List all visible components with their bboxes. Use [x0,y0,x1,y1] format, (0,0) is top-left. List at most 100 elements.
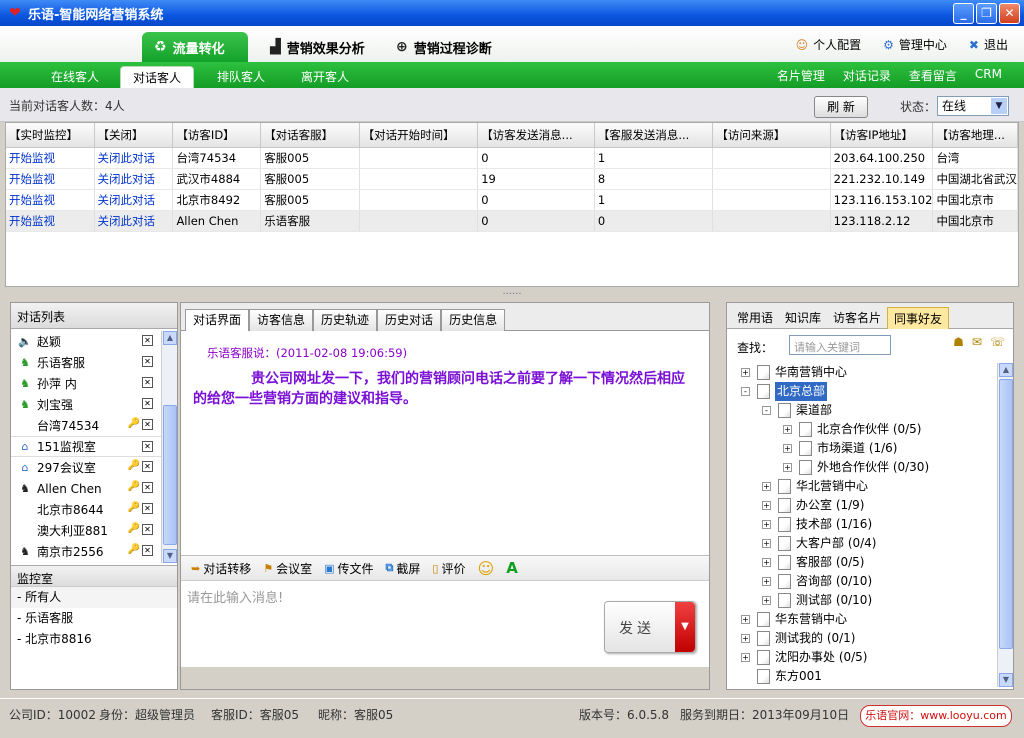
close-chat-icon[interactable]: ✕ [142,545,153,556]
start-monitor-link[interactable]: 开始监视 [6,189,95,211]
chat-tab[interactable]: 历史轨迹 [313,309,378,331]
tree-node[interactable]: + 技术部 (1/16) [727,515,997,534]
column-header[interactable]: 【对话开始时间】 [359,123,479,148]
refresh-button[interactable]: 刷 新 [814,96,868,118]
restore-icon[interactable]: ❐ [976,3,997,24]
close-chat-icon[interactable]: ✕ [142,441,153,452]
right-tab[interactable]: 同事好友 [887,307,950,329]
expand-icon[interactable]: + [762,577,771,586]
key-icon[interactable]: 🔑 [128,523,140,534]
expand-icon[interactable]: + [783,425,792,434]
tab-marketing-analysis[interactable]: ▟ 营销效果分析 [270,32,365,62]
tab-left-guests[interactable]: 离开客人 [290,66,360,88]
table-row[interactable]: 开始监视 关闭此对话 武汉市4884 客服005 19 8 221.232.10.149 中国… [6,168,1018,190]
screenshot-button[interactable]: ⧉ 截屏 [386,560,421,577]
close-chat-icon[interactable]: ✕ [142,419,153,430]
start-monitor-link[interactable]: 开始监视 [6,210,95,232]
key-icon[interactable]: 🔑 [128,418,140,429]
chat-list-item[interactable]: 🔈 赵颖 ✕ [11,331,177,352]
chat-contact-icon[interactable]: ☏ [990,335,1005,349]
expand-icon[interactable]: + [762,596,771,605]
send-button[interactable]: 发送 ▼ [604,601,696,653]
close-chat-icon[interactable]: ✕ [142,461,153,472]
scroll-down-icon[interactable]: ▼ [999,673,1013,687]
right-tab[interactable]: 常用语 [731,307,779,329]
tree-node[interactable]: + 沈阳办事处 (0/5) [727,648,997,667]
tab-chat-guests[interactable]: 对话客人 [120,66,194,88]
expand-icon[interactable]: + [741,615,750,624]
admin-center-link[interactable]: ⚙ 管理中心 [883,36,947,53]
tree-node[interactable]: + 华北营销中心 [727,477,997,496]
add-contact-icon[interactable]: ☗ [953,335,964,349]
expand-icon[interactable]: + [783,463,792,472]
minimize-icon[interactable]: _ [953,3,974,24]
chat-list-scrollbar[interactable]: ▲ ▼ [161,331,177,563]
transfer-chat-button[interactable]: ➥ 对话转移 [191,560,251,577]
expand-icon[interactable]: + [741,653,750,662]
emoji-icon[interactable]: ☺ [478,559,495,578]
logout-link[interactable]: ✖ 退出 [969,36,1008,53]
right-tab[interactable]: 知识库 [779,307,827,329]
close-chat-icon[interactable]: ✕ [142,398,153,409]
monitor-item[interactable]: - 所有人 [11,587,177,608]
tree-node[interactable]: + 咨询部 (0/10) [727,572,997,591]
close-chat-icon[interactable]: ✕ [142,482,153,493]
monitor-item[interactable]: - 北京市8816 [11,629,177,650]
collapse-icon[interactable]: - [741,387,750,396]
close-chat-link[interactable]: 关闭此对话 [94,210,174,232]
expand-icon[interactable]: + [741,634,750,643]
chat-list-item[interactable]: ⌂ 151监视室 ✕ [11,436,177,457]
personal-settings-link[interactable]: ☺ 个人配置 [796,36,862,53]
tab-traffic-conversion[interactable]: ♻ 流量转化 [142,32,248,62]
column-header[interactable]: 【对话客服】 [260,123,360,148]
tab-online-guests[interactable]: 在线客人 [40,66,110,88]
chat-list-item[interactable]: ⌂ 297会议室 🔑 ✕ [11,457,177,478]
card-management-link[interactable]: 名片管理 [777,67,825,84]
expand-icon[interactable]: + [762,520,771,529]
expand-icon[interactable]: + [783,444,792,453]
mail-contact-icon[interactable]: ✉ [972,335,982,349]
close-chat-link[interactable]: 关闭此对话 [94,147,174,169]
chat-list-item[interactable]: ♞ 刘宝强 ✕ [11,394,177,415]
chat-list-item[interactable]: 澳大利亚881 🔑 ✕ [11,520,177,541]
column-header[interactable]: 【实时监控】 [6,123,95,148]
chat-list-item[interactable]: 北京市8644 🔑 ✕ [11,499,177,520]
column-header[interactable]: 【客服发送消息... [594,123,714,148]
close-chat-link[interactable]: 关闭此对话 [94,168,174,190]
panel-splitter[interactable]: ...... [0,287,1024,301]
column-header[interactable]: 【访客发送消息... [477,123,595,148]
close-chat-icon[interactable]: ✕ [142,377,153,388]
monitor-item[interactable]: - 乐语客服 [11,608,177,629]
meeting-room-button[interactable]: ⚑ 会议室 [263,560,312,577]
scroll-thumb[interactable] [163,405,177,545]
tree-node[interactable]: + 客服部 (0/5) [727,553,997,572]
font-icon[interactable]: A [506,559,518,577]
key-icon[interactable]: 🔑 [128,481,140,492]
chat-tab[interactable]: 访客信息 [249,309,314,331]
send-dropdown-icon[interactable]: ▼ [675,602,695,652]
start-monitor-link[interactable]: 开始监视 [6,147,95,169]
expand-icon[interactable]: + [762,482,771,491]
tab-queue-guests[interactable]: 排队客人 [206,66,276,88]
expand-icon[interactable]: + [762,501,771,510]
column-header[interactable]: 【访客IP地址】 [830,123,934,148]
start-monitor-link[interactable]: 开始监视 [6,168,95,190]
search-input[interactable]: 请输入关键词 [789,335,891,355]
expand-icon[interactable]: + [762,539,771,548]
crm-link[interactable]: CRM [975,67,1002,84]
scroll-thumb[interactable] [999,379,1013,649]
scroll-up-icon[interactable]: ▲ [999,363,1013,377]
chat-tab[interactable]: 历史信息 [441,309,506,331]
close-chat-link[interactable]: 关闭此对话 [94,189,174,211]
tree-scrollbar[interactable]: ▲ ▼ [997,363,1013,687]
chat-tab[interactable]: 对话界面 [185,309,250,331]
tab-process-diagnosis[interactable]: ⊕ 营销过程诊断 [396,32,492,62]
tree-node[interactable]: + 测试我的 (0/1) [727,629,997,648]
key-icon[interactable]: 🔑 [128,544,140,555]
table-row[interactable]: 开始监视 关闭此对话 Allen Chen 乐语客服 0 0 123.118.2.12 中国北… [6,210,1018,232]
key-icon[interactable]: 🔑 [128,460,140,471]
chat-list-item[interactable]: ♞ Allen Chen 🔑 ✕ [11,478,177,499]
tree-node[interactable]: 东方001 [727,667,997,686]
send-file-button[interactable]: ▣ 传文件 [324,560,373,577]
close-chat-icon[interactable]: ✕ [142,335,153,346]
